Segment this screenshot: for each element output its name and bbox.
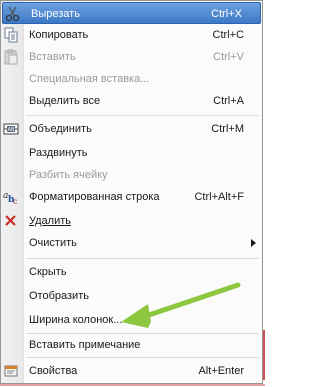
svg-text:AB: AB: [8, 127, 15, 133]
menu-item-label: Копировать: [29, 29, 89, 41]
menu-item-label: Выделить все: [29, 95, 101, 107]
delete-x-icon: [3, 213, 19, 229]
menu-separator: [26, 258, 259, 259]
menu-item-paste[interactable]: Вставить Ctrl+V: [1, 46, 262, 68]
scissors-icon: [5, 6, 21, 22]
menu-item-label: Специальная вставка...: [29, 73, 150, 85]
menu-item-select-all[interactable]: Выделить все Ctrl+A: [1, 90, 262, 112]
menu-item-shortcut: Ctrl+Alt+F: [194, 191, 244, 203]
menu-item-label: Вставить примечание: [29, 339, 141, 351]
menu-item-shortcut: Ctrl+C: [212, 29, 244, 41]
menu-item-column-width[interactable]: Ширина колонок...: [1, 309, 262, 331]
paste-icon: [3, 49, 19, 65]
menu-item-paste-special[interactable]: Специальная вставка...: [1, 68, 262, 90]
menu-separator: [26, 115, 259, 116]
menu-item-split[interactable]: Раздвинуть: [1, 142, 262, 164]
context-menu: Вырезать Ctrl+X Копировать Ctrl+C Встави…: [0, 0, 263, 384]
menu-separator: [26, 357, 259, 358]
menu-item-label: Удалить: [29, 215, 71, 227]
menu-item-label: Раздвинуть: [29, 147, 88, 159]
menu-item-shortcut: Ctrl+A: [213, 95, 244, 107]
formatted-string-icon: a b c: [3, 189, 19, 206]
submenu-arrow-icon: [251, 239, 256, 247]
menu-item-split-cell[interactable]: Разбить ячейку: [1, 164, 262, 186]
menu-item-copy[interactable]: Копировать Ctrl+C: [1, 24, 262, 46]
menu-item-shortcut: Ctrl+V: [213, 51, 244, 63]
menu-item-shortcut: Ctrl+X: [211, 8, 242, 20]
menu-item-delete[interactable]: Удалить: [1, 210, 262, 232]
menu-item-clear[interactable]: Очистить: [1, 232, 262, 254]
properties-icon: [3, 363, 19, 379]
svg-text:c: c: [13, 197, 18, 205]
menu-item-label: Свойства: [29, 365, 78, 377]
menu-item-show[interactable]: Отобразить: [1, 285, 262, 307]
menu-item-label: Скрыть: [29, 266, 67, 278]
copy-icon: [3, 27, 19, 43]
menu-item-label: Вырезать: [31, 8, 80, 20]
menu-item-insert-note[interactable]: Вставить примечание: [1, 334, 262, 356]
menu-item-cut[interactable]: Вырезать Ctrl+X: [2, 2, 261, 24]
menu-item-label: Ширина колонок...: [29, 314, 123, 326]
menu-item-label: Отобразить: [29, 290, 89, 302]
merge-cells-icon: AB: [3, 121, 19, 137]
menu-item-shortcut: Alt+Enter: [198, 365, 244, 377]
menu-item-properties[interactable]: Свойства Alt+Enter: [1, 360, 262, 382]
background-grid-line: [263, 330, 265, 380]
menu-item-label: Форматированная строка: [29, 191, 160, 203]
menu-item-hide[interactable]: Скрыть: [1, 261, 262, 283]
menu-item-label: Разбить ячейку: [29, 169, 108, 181]
menu-item-label: Очистить: [29, 237, 77, 249]
menu-item-label: Вставить: [29, 51, 76, 63]
menu-item-formatted-string[interactable]: a b c Форматированная строка Ctrl+Alt+F: [1, 186, 262, 208]
menu-item-label: Объединить: [29, 123, 92, 135]
menu-item-shortcut: Ctrl+M: [211, 123, 244, 135]
menu-item-merge[interactable]: AB Объединить Ctrl+M: [1, 118, 262, 140]
